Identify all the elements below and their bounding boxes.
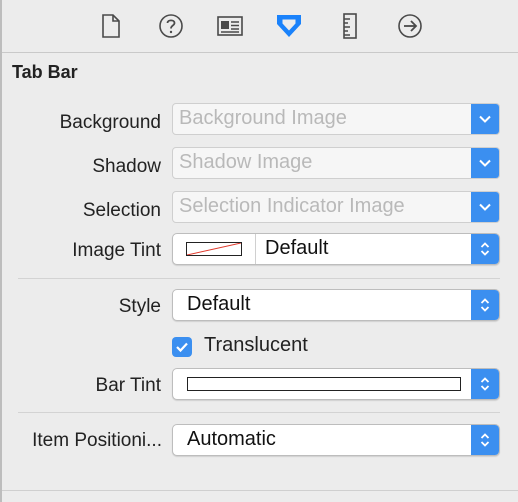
- section-divider: [18, 412, 500, 413]
- chevron-updown-icon: [480, 433, 490, 447]
- chevron-down-icon: [479, 159, 491, 167]
- image-tint-popup[interactable]: Default: [172, 233, 500, 265]
- chevron-updown-icon: [480, 377, 490, 391]
- shadow-dropdown-button[interactable]: [471, 148, 499, 178]
- shadow-image-combo[interactable]: Shadow Image: [172, 147, 500, 179]
- background-dropdown-button[interactable]: [471, 104, 499, 134]
- no-color-slash-icon: [187, 243, 241, 255]
- selection-image-input[interactable]: Selection Indicator Image: [179, 195, 405, 218]
- quick-help-icon[interactable]: [156, 11, 186, 41]
- chevron-updown-icon: [480, 242, 490, 256]
- bottom-separator: [2, 490, 518, 491]
- bar-tint-label: Bar Tint: [95, 375, 161, 396]
- shadow-label: Shadow: [92, 156, 161, 177]
- image-tint-stepper[interactable]: [471, 234, 499, 264]
- item-positioning-stepper[interactable]: [471, 425, 499, 455]
- chevron-down-icon: [479, 115, 491, 123]
- chevron-down-icon: [479, 203, 491, 211]
- bar-tint-popup[interactable]: [172, 368, 500, 400]
- attributes-inspector-icon[interactable]: [274, 11, 304, 41]
- panel-left-edge: [0, 0, 2, 502]
- section-divider: [18, 278, 500, 279]
- style-value: Default: [187, 293, 251, 315]
- bar-tint-stepper[interactable]: [471, 369, 499, 399]
- selection-label: Selection: [82, 200, 161, 221]
- style-stepper[interactable]: [471, 290, 499, 320]
- connections-inspector-icon[interactable]: [395, 11, 425, 41]
- translucent-label[interactable]: Translucent: [204, 334, 308, 357]
- item-positioning-label: Item Positioni...: [32, 430, 162, 451]
- inspector-toolbar: [2, 0, 518, 50]
- toolbar-separator: [2, 52, 518, 53]
- image-tint-color-swatch[interactable]: [186, 242, 242, 256]
- shadow-image-input[interactable]: Shadow Image: [179, 151, 312, 174]
- background-image-input[interactable]: Background Image: [179, 107, 347, 130]
- item-positioning-popup[interactable]: Automatic: [172, 424, 500, 456]
- file-inspector-icon[interactable]: [96, 11, 126, 41]
- size-inspector-icon[interactable]: [335, 11, 365, 41]
- chevron-updown-icon: [480, 298, 490, 312]
- style-popup[interactable]: Default: [172, 289, 500, 321]
- image-tint-divider: [255, 234, 256, 264]
- selection-dropdown-button[interactable]: [471, 192, 499, 222]
- image-tint-value: Default: [265, 237, 329, 259]
- image-tint-label: Image Tint: [72, 240, 161, 261]
- checkmark-icon: [176, 342, 188, 353]
- section-title: Tab Bar: [12, 62, 78, 82]
- item-positioning-value: Automatic: [187, 428, 276, 450]
- selection-image-combo[interactable]: Selection Indicator Image: [172, 191, 500, 223]
- background-image-combo[interactable]: Background Image: [172, 103, 500, 135]
- translucent-checkbox[interactable]: [172, 337, 192, 357]
- identity-inspector-icon[interactable]: [215, 11, 245, 41]
- style-label: Style: [118, 296, 161, 317]
- bar-tint-color-swatch[interactable]: [187, 377, 461, 391]
- background-label: Background: [59, 112, 161, 133]
